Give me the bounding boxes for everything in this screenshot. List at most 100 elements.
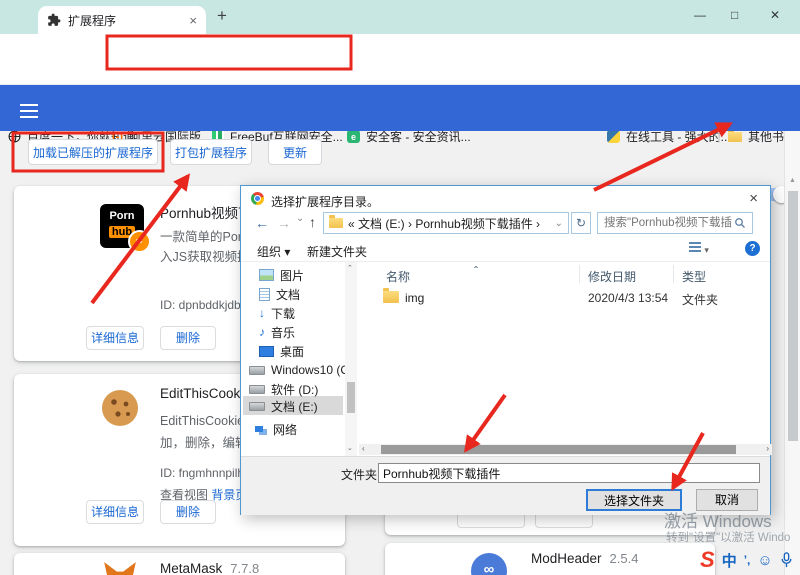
extension-title: ModHeader2.5.4: [531, 551, 638, 566]
window-close-button[interactable]: ✕: [770, 8, 780, 22]
dialog-title: 选择扩展程序目录。: [271, 193, 379, 210]
folder-field-label: 文件夹:: [341, 466, 380, 483]
tab-close-icon[interactable]: ×: [189, 13, 197, 28]
scrollbar-up-icon[interactable]: ▲: [789, 177, 796, 184]
file-date: 2020/4/3 13:54: [588, 291, 668, 305]
update-button[interactable]: 更新: [268, 139, 322, 165]
sidebar-item-desktop[interactable]: 桌面: [259, 342, 304, 360]
new-folder-button[interactable]: 新建文件夹: [307, 243, 367, 260]
scroll-left-icon[interactable]: ‹: [362, 444, 365, 453]
folder-icon: [728, 132, 742, 142]
sidebar-item-drive-d[interactable]: 软件 (D:): [249, 380, 318, 398]
menu-icon[interactable]: [20, 100, 38, 122]
dialog-close-icon[interactable]: ×: [749, 190, 758, 207]
ime-emoji-icon[interactable]: ☺: [757, 552, 772, 569]
new-tab-button[interactable]: +: [217, 6, 227, 26]
breadcrumb[interactable]: « 文档 (E:) › Pornhub视频下载插件 › ⌄: [323, 212, 569, 234]
globe-icon: [8, 130, 21, 143]
document-icon: [259, 288, 270, 301]
extensions-header: 扩展程序 开发者模式: [0, 85, 800, 131]
help-icon[interactable]: ?: [745, 241, 760, 256]
search-input[interactable]: [602, 216, 734, 230]
scrollbar-thumb[interactable]: [347, 382, 355, 413]
scrollbar-thumb[interactable]: [788, 191, 798, 441]
extension-title: MetaMask7.7.8: [160, 561, 259, 575]
column-header-date[interactable]: 修改日期: [588, 268, 636, 285]
horizontal-scrollbar[interactable]: ‹ ›: [359, 444, 772, 455]
select-folder-dialog: 选择扩展程序目录。 × ← → ⌄ ↑ « 文档 (E:) › Pornhub视…: [240, 185, 771, 515]
sidebar-item-pictures[interactable]: 图片: [259, 266, 304, 284]
dialog-history-caret-icon[interactable]: ⌄: [296, 213, 304, 224]
ime-language-toggle[interactable]: 中: [722, 550, 737, 571]
folder-icon: [329, 218, 343, 228]
title-bar: 扩展程序 × + — □ ✕: [0, 0, 800, 34]
sidebar-item-music[interactable]: ♪音乐: [259, 323, 295, 341]
puzzle-favicon-icon: [47, 13, 61, 27]
activate-windows-hint: 转到"设置"以激活 Windo: [666, 529, 800, 545]
scroll-down-icon[interactable]: ⌄: [347, 444, 353, 452]
scrollbar-thumb[interactable]: [381, 445, 736, 454]
folder-icon: [383, 291, 399, 303]
drive-icon: [249, 366, 265, 375]
tab-title: 扩展程序: [68, 12, 189, 29]
anquanke-icon: e: [347, 130, 360, 143]
scroll-right-icon[interactable]: ›: [766, 444, 769, 453]
ime-punctuation-toggle[interactable]: ’,: [744, 553, 751, 567]
scroll-up-icon[interactable]: ⌃: [347, 264, 353, 272]
sidebar-item-network[interactable]: 网络: [255, 420, 297, 438]
details-button[interactable]: 详细信息: [86, 500, 144, 524]
music-note-icon: ♪: [259, 325, 265, 339]
browser-tab[interactable]: 扩展程序 ×: [38, 6, 206, 34]
organize-menu[interactable]: 组织 ▾: [257, 243, 290, 260]
pornhub-logo-icon: Pornhub ▶: [100, 204, 144, 248]
extension-version: 2.5.4: [610, 551, 639, 566]
pack-extension-button[interactable]: 打包扩展程序: [170, 139, 252, 165]
column-header-name[interactable]: 名称: [386, 268, 410, 285]
dialog-up-icon[interactable]: ↑: [309, 214, 316, 230]
details-button[interactable]: 详细信息: [86, 326, 144, 350]
extension-card-modheader: ∞ ModHeader2.5.4: [385, 543, 715, 575]
modheader-icon: ∞: [471, 553, 507, 575]
sort-ascending-icon: ˆ: [474, 264, 478, 278]
dialog-back-icon[interactable]: ←: [255, 215, 269, 231]
breadcrumb-caret-icon[interactable]: ⌄: [555, 218, 563, 229]
search-icon: [734, 217, 746, 229]
drive-icon: [249, 402, 265, 411]
bookmarks-bar: 百度一下，你就知道 (-) 阿里云国际版 FreeBuf互联网安全... e 安…: [0, 62, 800, 85]
chrome-dialog-icon: [251, 192, 264, 205]
file-name[interactable]: img: [405, 291, 424, 305]
folder-name-input[interactable]: [378, 463, 760, 483]
maximize-button[interactable]: □: [731, 8, 738, 22]
ime-toolbar: S 中 ’, ☺: [700, 547, 793, 573]
sidebar-item-drive-e[interactable]: 文档 (E:): [249, 397, 318, 415]
column-header-type[interactable]: 类型: [682, 268, 706, 285]
sidebar-item-documents[interactable]: 文档: [259, 285, 300, 303]
ime-mic-icon[interactable]: [780, 552, 793, 568]
extension-card-metamask: MetaMask7.7.8: [14, 553, 345, 575]
network-icon: [255, 426, 263, 432]
sidebar-item-drive-c[interactable]: Windows10 (C:: [249, 361, 352, 379]
refresh-button[interactable]: ↻: [571, 212, 591, 234]
list-view-icon: [689, 242, 701, 253]
browser-toolbar: ← → ↻ ⌂ Chrome | chrome://extensions ☆ ⊙…: [0, 34, 800, 62]
remove-button[interactable]: 删除: [160, 326, 216, 350]
sidebar-item-downloads[interactable]: ↓下载: [259, 304, 295, 322]
cookie-icon: [100, 388, 140, 428]
browser-window: 扩展程序 × + — □ ✕ ← → ↻ ⌂ Chrome | chrome:/…: [0, 0, 800, 575]
download-arrow-icon: ↓: [259, 306, 265, 320]
metamask-fox-icon: [100, 559, 140, 575]
search-box[interactable]: [597, 212, 753, 234]
sogou-logo-icon[interactable]: S: [700, 547, 715, 573]
view-options-button[interactable]: ▾: [689, 242, 709, 256]
page-scrollbar[interactable]: ▲: [784, 131, 800, 575]
file-type: 文件夹: [682, 291, 718, 308]
sidebar-scrollbar[interactable]: ⌃ ⌄: [345, 262, 357, 456]
play-badge-icon: ▶: [128, 230, 151, 253]
load-unpacked-button[interactable]: 加载已解压的扩展程序: [28, 139, 158, 165]
extension-version: 7.7.8: [230, 561, 259, 575]
desktop-icon: [259, 346, 274, 357]
file-row[interactable]: [383, 291, 399, 306]
python-icon: [607, 130, 620, 143]
remove-button[interactable]: 删除: [160, 500, 216, 524]
minimize-button[interactable]: —: [694, 8, 706, 22]
